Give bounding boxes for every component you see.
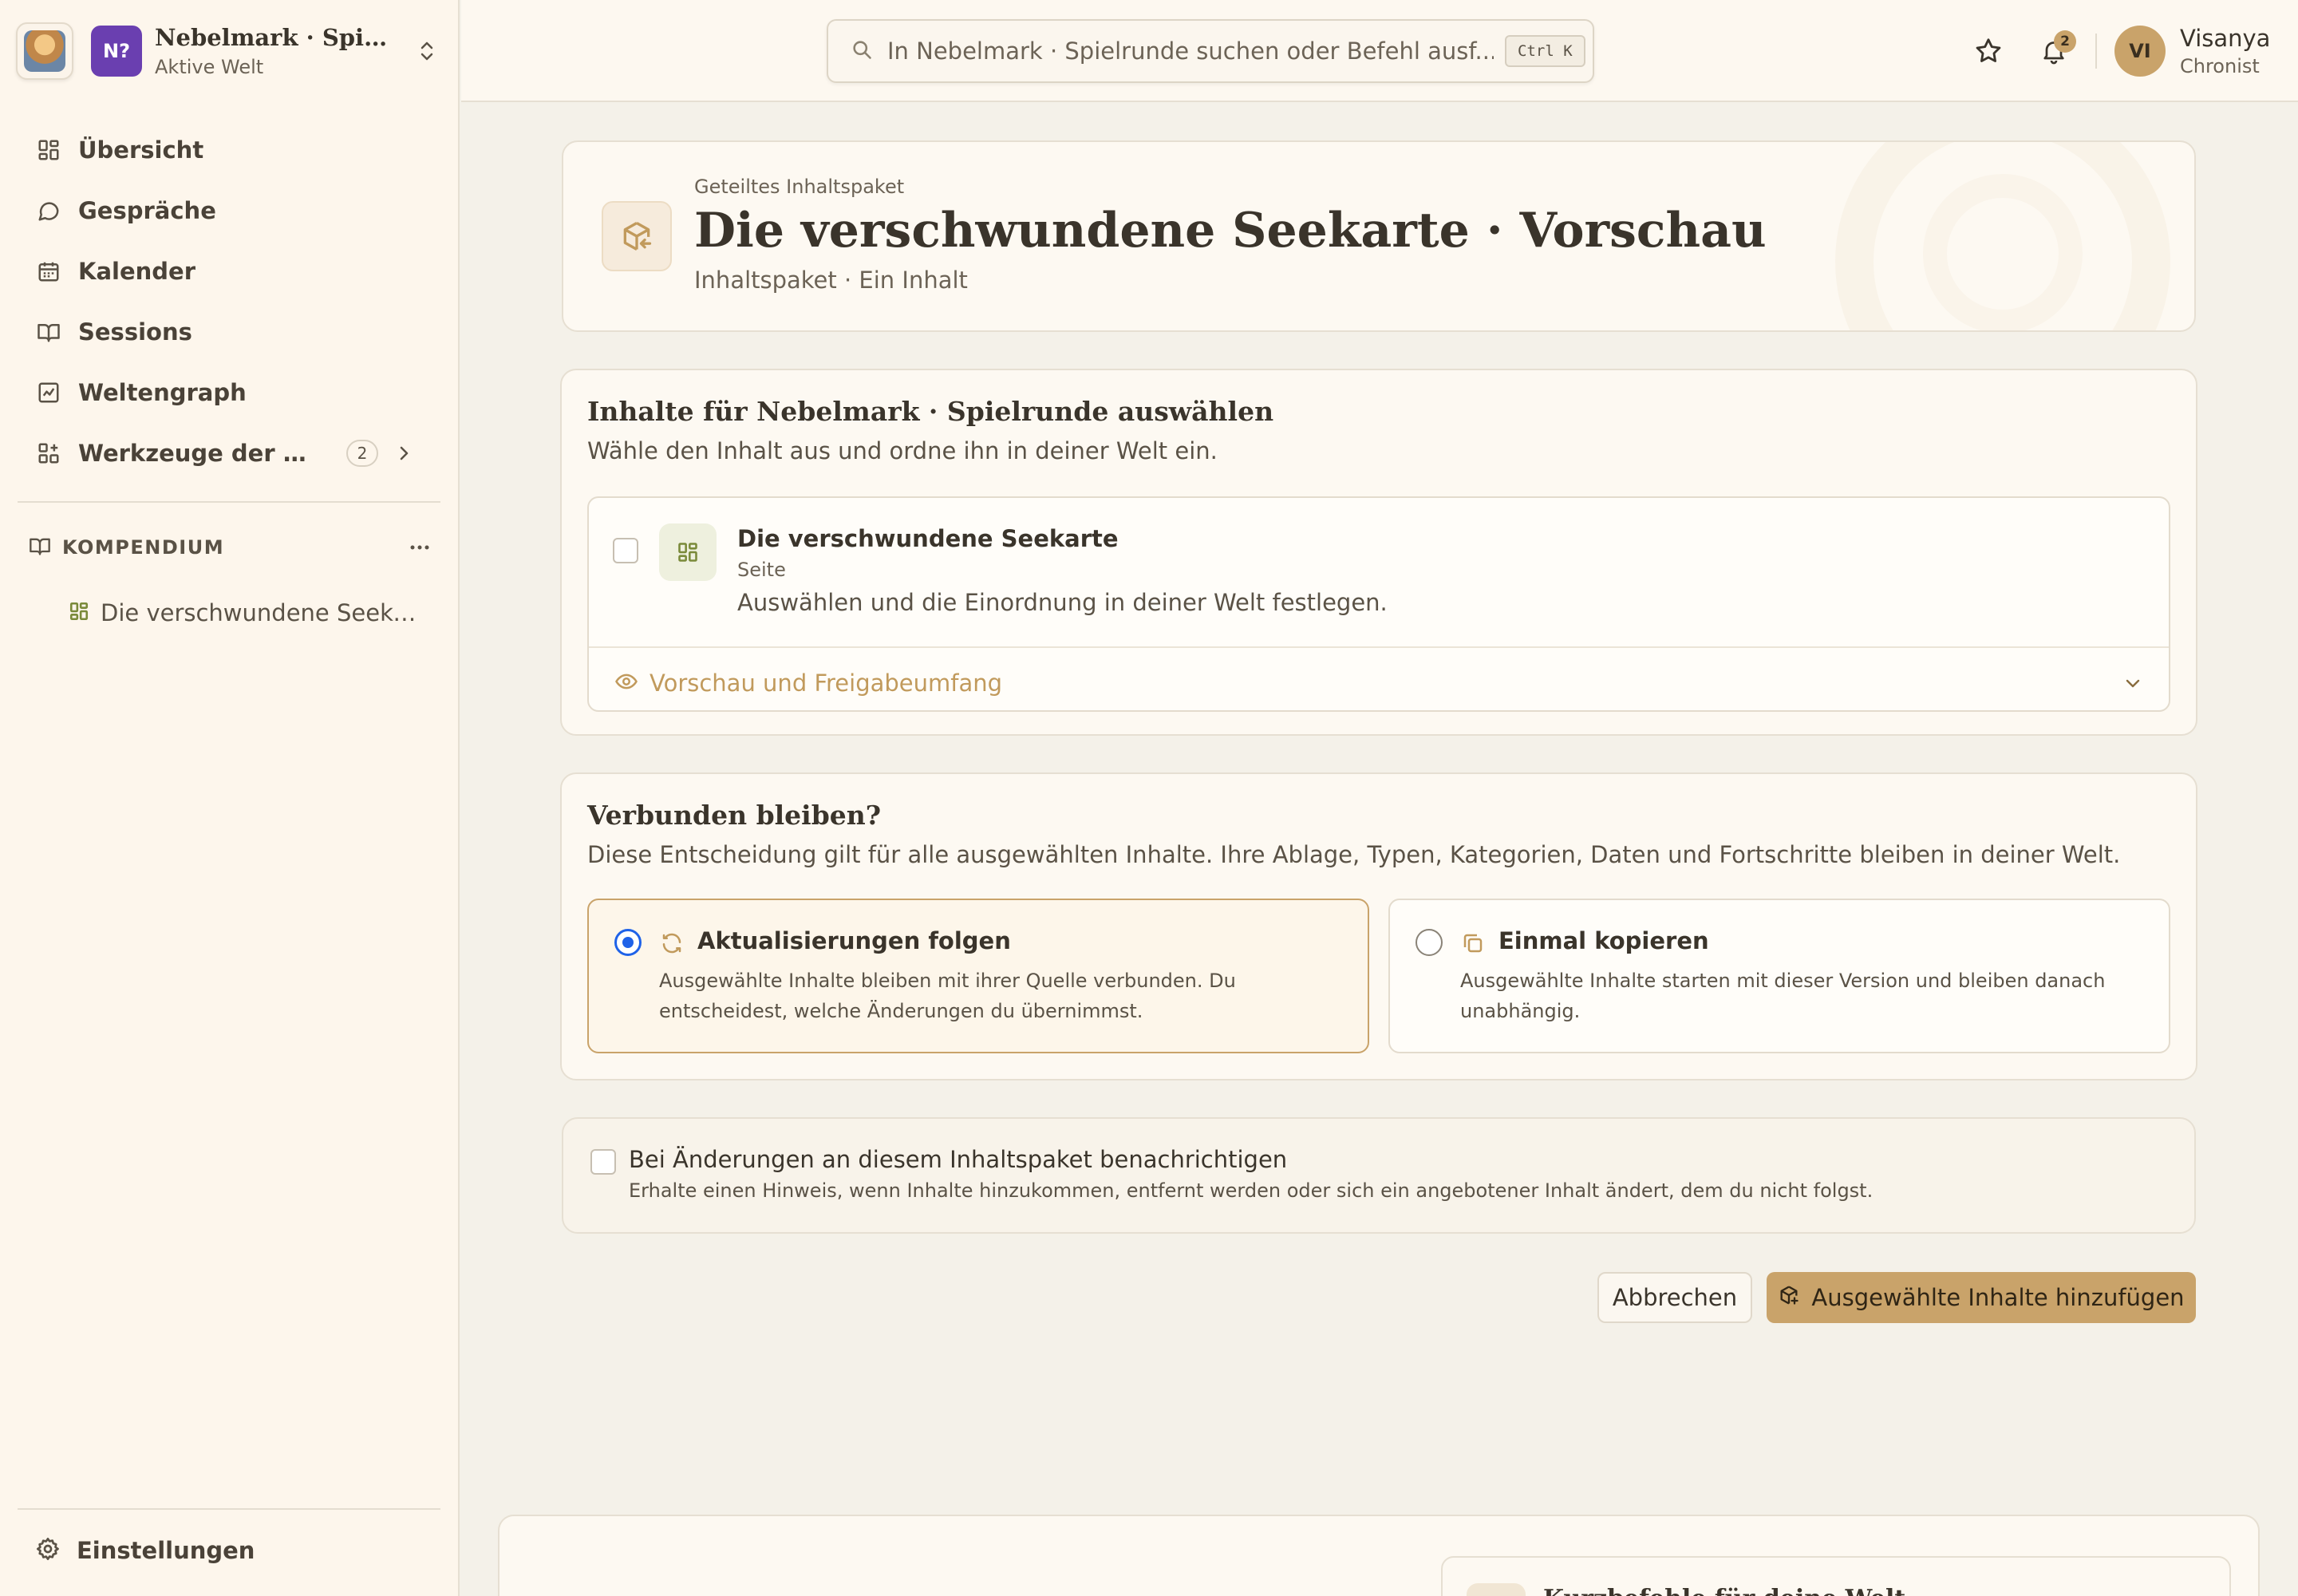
package-import-icon [602,201,672,271]
preview-toggle[interactable]: Vorschau und Freigabeumfang [614,664,1002,702]
sidebar-item-label: Werkzeuge der Welt [78,440,326,467]
search-icon [851,38,873,64]
item-divider [589,646,2169,648]
shortcuts-title: Kurzbefehle für deine Welt [1543,1585,1905,1596]
follow-updates-title: Aktualisierungen folgen [697,927,1011,954]
open-book-icon [35,318,62,346]
overview-grid-icon [35,136,62,164]
sidebar-item-conversations[interactable]: Gespräche [18,180,440,241]
content-item-checkbox[interactable] [613,538,638,563]
sidebar-item-overview[interactable]: Übersicht [18,120,440,180]
search-input[interactable] [887,38,1494,65]
connection-title: Verbunden bleiben? [587,800,882,831]
workspace-title: Nebelmark · Spielrunde [155,24,394,51]
sidebar-nav: Übersicht Gespräche Kalender Sessions We… [18,120,440,484]
sidebar-item-settings[interactable]: Einstellungen [35,1531,255,1570]
content-selection-card: Inhalte für Nebelmark · Spielrunde auswä… [560,369,2197,736]
notify-checkbox[interactable] [590,1149,616,1175]
chevron-down-icon[interactable] [2121,672,2145,696]
workspace-switcher[interactable]: N? Nebelmark · Spielrunde Aktive Welt [16,22,439,80]
compendium-item-label: Die verschwundene Seekarte [101,599,428,626]
sidebar-item-label: Weltengraph [78,379,247,406]
follow-updates-description: Ausgewählte Inhalte bleiben mit ihrer Qu… [659,970,1236,1022]
compendium-item[interactable]: Die verschwundene Seekarte [69,595,436,630]
package-kicker: Geteiltes Inhaltspaket [694,176,905,198]
copy-once-radio[interactable] [1416,929,1443,956]
chevron-up-down-icon[interactable] [415,35,439,67]
content-item: Die verschwundene Seekarte Seite Auswähl… [587,496,2170,712]
sidebar-item-world-tools[interactable]: Werkzeuge der Welt 2 [18,423,440,484]
add-selected-label: Ausgewählte Inhalte hinzufügen [1811,1284,2185,1311]
notify-title: Bei Änderungen an diesem Inhaltspaket be… [629,1146,1288,1173]
user-role: Chronist [2180,55,2260,77]
cancel-button[interactable]: Abbrechen [1597,1272,1752,1323]
content-item-title: Die verschwundene Seekarte [737,525,1119,552]
top-bar: Ctrl K 2 VI Visanya Chronist [461,0,2298,102]
sidebar-item-calendar[interactable]: Kalender [18,241,440,302]
decorative-ring [1923,174,2083,330]
package-subtitle: Inhaltspaket · Ein Inhalt [694,267,968,294]
copy-once-description: Ausgewählte Inhalte starten mit dieser V… [1460,970,2106,1022]
user-menu[interactable]: VI Visanya Chronist [2114,24,2270,78]
package-header-card: Geteiltes Inhaltspaket Die verschwundene… [562,140,2196,332]
page-grid-icon [659,523,717,581]
selection-title: Inhalte für Nebelmark · Spielrunde auswä… [587,396,1274,427]
sidebar-divider [18,501,440,503]
shortcut-hint: Ctrl K [1505,35,1585,67]
package-add-icon [1778,1284,1800,1312]
copy-once-title: Einmal kopieren [1498,927,1709,954]
notify-description: Erhalte einen Hinweis, wenn Inhalte hinz… [629,1179,1874,1202]
sidebar-item-label: Gespräche [78,197,216,224]
notification-count-badge: 2 [2054,30,2076,53]
add-selected-button[interactable]: Ausgewählte Inhalte hinzufügen [1767,1272,2196,1323]
compendium-book-icon [29,535,51,560]
command-search[interactable]: Ctrl K [827,19,1594,83]
shortcuts-panel: Kurzbefehle für deine Welt [1441,1556,2231,1596]
shortcuts-card: Kurzbefehle für deine Welt [498,1515,2260,1596]
connection-choice-card: Verbunden bleiben? Diese Entscheidung gi… [560,772,2197,1080]
selection-subtitle: Wähle den Inhalt aus und ordne ihn in de… [587,437,1218,464]
topbar-divider [2095,34,2097,69]
page-title: Die verschwundene Seekarte · Vorschau [694,203,1767,259]
follow-updates-radio[interactable] [614,929,642,956]
sidebar-item-label: Sessions [78,318,192,346]
gear-icon [35,1536,61,1565]
more-horizontal-icon[interactable] [404,535,436,559]
preview-toggle-label: Vorschau und Freigabeumfang [650,670,1003,697]
chat-bubble-icon [35,197,62,224]
refresh-icon [659,930,685,956]
line-chart-icon [35,379,62,406]
eye-icon [614,670,638,697]
sidebar-divider [18,1508,440,1510]
sidebar-item-label: Kalender [78,258,196,285]
notification-preference[interactable]: Bei Änderungen an diesem Inhaltspaket be… [562,1117,2196,1234]
notifications-button[interactable]: 2 [2036,30,2076,69]
copy-icon [1460,930,1486,956]
sidebar-item-world-graph[interactable]: Weltengraph [18,362,440,423]
content-item-type: Seite [737,559,786,581]
shortcuts-icon [1467,1583,1526,1596]
avatar: VI [2114,26,2166,77]
settings-label: Einstellungen [77,1537,255,1564]
workspace-subtitle: Aktive Welt [155,56,264,78]
calendar-icon [35,258,62,285]
chevron-right-icon[interactable] [393,442,415,464]
tools-grid-plus-icon [35,440,62,467]
sidebar: N? Nebelmark · Spielrunde Aktive Welt Üb… [0,0,460,1596]
connection-subtitle: Diese Entscheidung gilt für alle ausgewä… [587,841,2121,868]
tools-count-badge: 2 [346,440,378,467]
content-item-description: Auswählen und die Einordnung in deiner W… [737,589,1388,616]
compendium-label: KOMPENDIUM [62,536,225,559]
workspace-badge: N? [91,26,142,77]
sidebar-item-sessions[interactable]: Sessions [18,302,440,362]
option-follow-updates[interactable]: Aktualisierungen folgen Ausgewählte Inha… [587,899,1369,1053]
world-logo [16,22,73,80]
option-copy-once[interactable]: Einmal kopieren Ausgewählte Inhalte star… [1388,899,2170,1053]
star-icon[interactable] [1971,34,2006,69]
page-grid-icon [69,601,89,625]
sidebar-item-label: Übersicht [78,136,204,164]
user-name: Visanya [2180,25,2271,52]
compendium-header[interactable]: KOMPENDIUM [29,530,436,565]
